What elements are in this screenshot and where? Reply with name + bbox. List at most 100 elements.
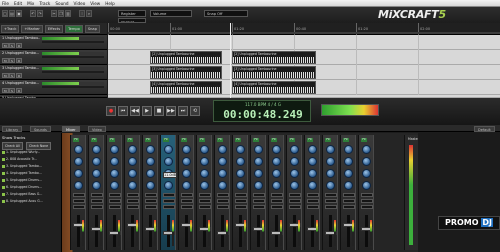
eq-knob[interactable] [164,181,173,190]
new-icon[interactable]: □ [2,10,8,17]
mixer-channel-strip[interactable]: FX [268,135,284,250]
eq-knob[interactable] [74,181,83,190]
loop-region-bar[interactable] [108,32,500,34]
eq-knob[interactable] [128,181,137,190]
tempo-readout[interactable]: 117.0 BPM 4 / 4 G [214,102,312,107]
mixer-channel-strip[interactable]: FX [322,135,338,250]
send-slot[interactable] [271,193,283,197]
eq-knob[interactable] [344,145,353,154]
eq-knob[interactable] [308,169,317,178]
eq-knob[interactable] [326,157,335,166]
send-slot[interactable] [127,193,139,197]
send-slot[interactable] [109,205,121,209]
play-icon[interactable]: ▶ [142,106,152,116]
eq-knob[interactable] [344,169,353,178]
eq-knob[interactable] [272,169,281,178]
send-slot[interactable] [145,199,157,203]
add-track-button[interactable]: +Track [1,24,20,33]
send-slot[interactable] [271,199,283,203]
eq-knob[interactable] [218,169,227,178]
split-icon[interactable]: ⫶ [79,10,85,17]
volume-fader-track[interactable] [131,215,134,247]
mixer-channel-strip[interactable]: FX [70,135,86,250]
send-slot[interactable] [253,193,265,197]
eq-knob[interactable] [200,157,209,166]
audio-clip[interactable]: [2] Unplugged Tambourine [150,51,222,64]
send-slot[interactable] [235,193,247,197]
eq-knob[interactable] [218,145,227,154]
send-slot[interactable] [361,199,373,203]
fx-button[interactable]: FX [109,138,115,142]
list-item[interactable]: 2. 808 Acoustic Tr... [2,157,58,163]
menu-edit[interactable]: Edit [14,1,22,6]
track-lane-1[interactable] [108,35,500,50]
send-slot[interactable] [325,205,337,209]
eq-knob[interactable] [308,157,317,166]
checkbox[interactable] [2,150,5,154]
send-slot[interactable] [199,199,211,203]
eq-knob[interactable] [362,145,371,154]
volume-fader-track[interactable] [77,215,80,247]
forward-end-icon[interactable]: ⏭ [178,106,188,116]
volume-fader-track[interactable] [347,215,350,247]
eq-knob[interactable] [290,169,299,178]
fx-button[interactable]: FX [307,138,313,142]
eq-knob[interactable] [92,145,101,154]
list-item[interactable]: 4. Unplugged Tambo... [2,171,58,177]
eq-knob[interactable] [362,181,371,190]
fx-button[interactable]: FX [289,138,295,142]
eq-knob[interactable] [164,157,173,166]
eq-knob[interactable] [74,157,83,166]
tab-sounds[interactable]: Sounds [30,126,51,132]
send-slot[interactable] [163,205,175,209]
volume-fader-track[interactable] [311,215,314,247]
checkbox[interactable] [2,199,5,203]
fx-button[interactable]: FX [91,138,97,142]
fx-button[interactable]: FX [145,138,151,142]
list-item[interactable]: 7. Unplugged Bass G... [2,192,58,198]
eq-knob[interactable] [236,181,245,190]
eq-knob[interactable] [146,145,155,154]
eq-knob[interactable] [272,181,281,190]
eq-knob[interactable] [326,169,335,178]
track-lane-2[interactable]: [2] Unplugged Tambourine [2] Unplugged T… [108,50,500,65]
eq-knob[interactable] [326,145,335,154]
mute-button[interactable]: M [2,73,9,78]
eq-knob[interactable] [272,145,281,154]
fx-button[interactable]: FX [271,138,277,142]
rewind-icon[interactable]: ◀◀ [130,106,140,116]
stop-icon[interactable]: ■ [154,106,164,116]
tab-mixer[interactable]: Mixer [62,126,80,132]
send-slot[interactable] [307,199,319,203]
send-slot[interactable] [181,199,193,203]
track-header-4[interactable]: 4 Unplugged Tambo... M S R [0,80,107,95]
mute-button[interactable]: M [2,88,9,93]
send-slot[interactable] [217,193,229,197]
send-slot[interactable] [361,205,373,209]
fx-button[interactable]: FX [235,138,241,142]
mixer-channel-strip[interactable]: FX [124,135,140,250]
send-slot[interactable] [109,193,121,197]
audio-clip[interactable]: [2] Unplugged Tambourine [232,51,316,64]
eq-knob[interactable] [290,145,299,154]
mixer-channel-strip[interactable]: FX [304,135,320,250]
undo-icon[interactable]: ↶ [30,10,36,17]
arm-button[interactable]: R [16,88,23,93]
audio-clip[interactable]: [4] Unplugged Tambourine [232,81,316,94]
checkbox[interactable] [2,157,5,161]
send-slot[interactable] [253,199,265,203]
mixer-channel-strip[interactable]: FX [160,135,176,250]
fx-button[interactable]: FX [325,138,331,142]
check-all-button[interactable]: Check All [2,142,23,150]
checkbox[interactable] [2,164,5,168]
eq-knob[interactable] [164,145,173,154]
track-name[interactable]: 1 Unplugged Tambou... [2,36,40,41]
send-slot[interactable] [289,193,301,197]
send-slot[interactable] [325,193,337,197]
rewind-start-icon[interactable]: ⏮ [118,106,128,116]
track-header-2[interactable]: 2 Unplugged Tambo... M S R [0,50,107,65]
send-slot[interactable] [325,199,337,203]
eq-knob[interactable] [236,145,245,154]
send-slot[interactable] [307,193,319,197]
mixer-channel-strip[interactable]: FX [196,135,212,250]
